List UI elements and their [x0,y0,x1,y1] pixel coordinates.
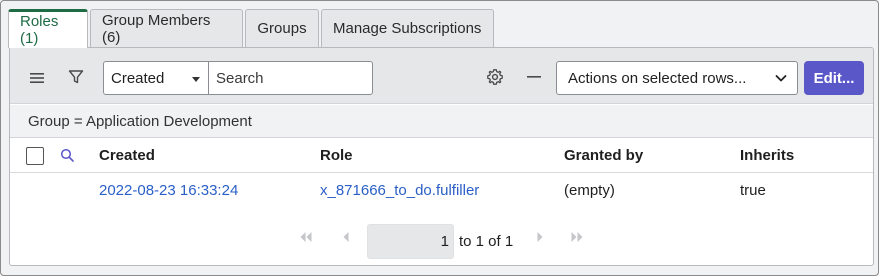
pagination: to 1 of 1 [10,207,873,265]
tab-label: Group Members (6) [102,11,211,46]
column-header-role[interactable]: Role [320,139,353,172]
row-role-link[interactable]: x_871666_to_do.fulfiller [320,174,479,206]
caret-down-icon [192,77,200,82]
actions-select-value: Actions on selected rows... [568,69,747,87]
last-page-icon[interactable] [568,229,586,245]
page-range-text: to 1 of 1 [459,233,514,250]
tab-label: Manage Subscriptions [333,20,482,37]
tab-roles[interactable]: Roles (1) [8,9,88,48]
previous-page-icon[interactable] [337,229,355,245]
column-header-inherits[interactable]: Inherits [740,139,794,172]
related-list-frame: Roles (1) Group Members (6) Groups Manag… [0,0,879,276]
breadcrumb-condition[interactable]: Group = Application Development [28,113,252,130]
filter-funnel-icon[interactable] [62,63,90,91]
tab-bar: Roles (1) Group Members (6) Groups Manag… [8,9,496,48]
row-created-link[interactable]: 2022-08-23 16:33:24 [99,174,238,206]
tab-group-members[interactable]: Group Members (6) [90,9,243,47]
search-field-select[interactable]: Created [103,61,209,95]
filter-breadcrumb: Group = Application Development [10,105,873,138]
search-field-value: Created [111,69,165,87]
next-page-icon[interactable] [531,229,549,245]
actions-on-selected-rows-select[interactable]: Actions on selected rows... [556,61,798,95]
tab-manage-subscriptions[interactable]: Manage Subscriptions [321,9,494,47]
column-search-icon[interactable] [60,139,75,172]
column-header-created[interactable]: Created [99,139,155,172]
page-number-input[interactable] [367,224,454,259]
tab-label: Roles (1) [20,13,59,47]
table-row: 2022-08-23 16:33:24 x_871666_to_do.fulfi… [10,174,873,206]
list-toolbar: Created Actions on selected rows... Edit [10,48,873,104]
gear-icon[interactable] [481,63,509,91]
list-panel: Created Actions on selected rows... Edit [9,47,874,266]
column-header-granted-by[interactable]: Granted by [564,139,643,172]
select-all-checkbox[interactable] [26,147,44,165]
collapse-minus-icon[interactable] [520,63,548,91]
table-header-row: Created Role Granted by Inherits [10,139,873,173]
chevron-down-icon [775,71,787,88]
tab-groups[interactable]: Groups [245,9,319,47]
tab-label: Groups [257,20,307,37]
row-inherits: true [740,181,766,199]
search-input[interactable] [208,61,373,95]
hamburger-menu-icon[interactable] [23,64,51,92]
first-page-icon[interactable] [297,229,315,245]
row-granted-by: (empty) [564,181,615,199]
edit-button[interactable]: Edit... [804,61,864,95]
